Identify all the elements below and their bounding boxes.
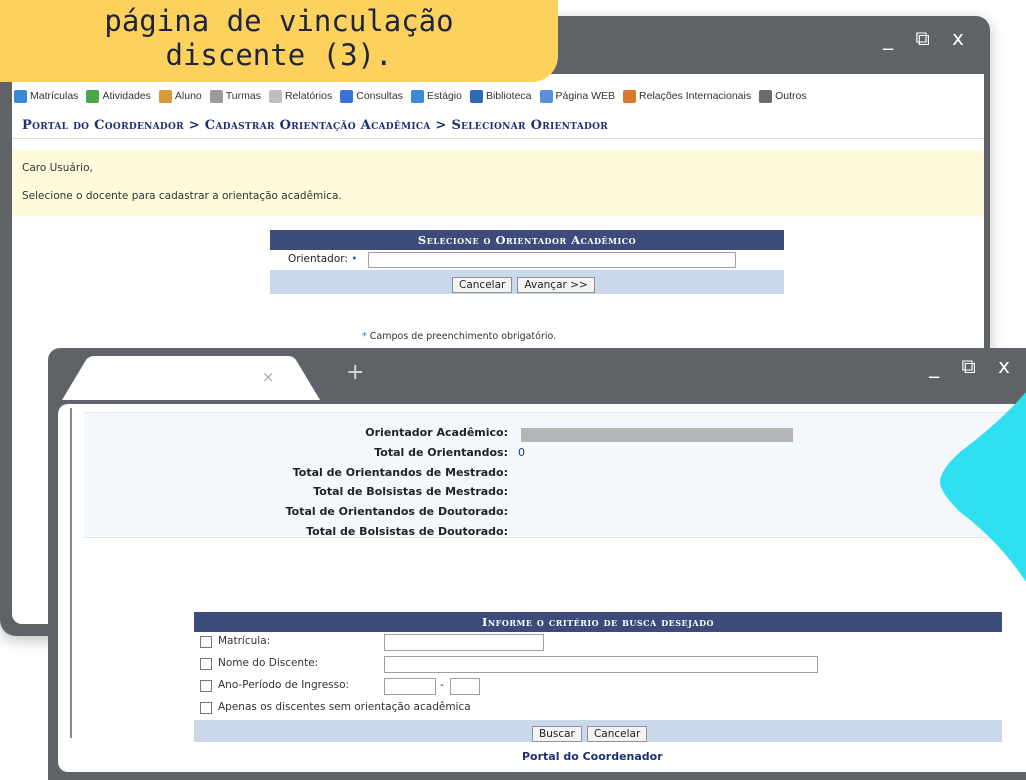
main-menu-bar: Matrículas Atividades Aluno Turmas Relatório…: [12, 84, 984, 108]
next-button[interactable]: Avançar >>: [517, 277, 595, 293]
menu-item-label: Biblioteca: [485, 90, 532, 102]
menu-item-outros[interactable]: Outros: [759, 89, 807, 103]
menu-item-consultas[interactable]: Consultas: [340, 89, 403, 103]
library-icon: [469, 89, 483, 103]
summary-label: Total de Orientandos de Mestrado:: [292, 466, 508, 479]
back-window-controls[interactable]: _ ⧉ x: [883, 26, 972, 50]
page-body: Orientador Acadêmico: Total de Orientando…: [70, 408, 1026, 763]
student-icon: [158, 89, 172, 103]
menu-item-turmas[interactable]: Turmas: [209, 89, 261, 103]
notice-box: Caro Usuário, Selecione o docente para c…: [12, 150, 984, 216]
summary-row: Total de Orientandos de Mestrado:: [84, 466, 1014, 484]
select-advisor-form-title: Selecione o Orientador Acadêmico: [270, 230, 784, 250]
front-window-controls[interactable]: _ ⧉ x: [929, 354, 1018, 378]
notice-greeting: Caro Usuário,: [22, 162, 93, 174]
international-icon: [623, 89, 637, 103]
title-banner: página de vinculação discente (3).: [0, 0, 558, 82]
advisor-summary: Orientador Acadêmico: Total de Orientando…: [84, 412, 1014, 538]
periodo-input[interactable]: [450, 678, 480, 695]
menu-item-label: Relações Internacionais: [639, 90, 752, 102]
ano-periodo-row: Ano-Período de Ingresso: -: [194, 676, 1002, 698]
phone-icon: [759, 89, 773, 103]
front-window-content: Orientador Acadêmico: Total de Orientando…: [58, 404, 1026, 772]
menu-item-atividades[interactable]: Atividades: [86, 89, 151, 103]
menu-item-label: Aluno: [174, 90, 202, 102]
menu-item-label: Página WEB: [555, 90, 616, 102]
classes-icon: [209, 89, 223, 103]
menu-item-label: Consultas: [356, 90, 403, 102]
search-form-footer: Buscar Cancelar: [194, 720, 1002, 742]
internship-icon: [410, 89, 424, 103]
advisor-row: Orientador: •: [270, 250, 784, 270]
required-note-mark: *: [362, 331, 367, 342]
menu-item-rela-es-internacionais[interactable]: Relações Internacionais: [623, 89, 752, 103]
nome-row: Nome do Discente:: [194, 654, 1002, 676]
browser-tab[interactable]: ×: [62, 356, 328, 400]
portal-coordinator-link[interactable]: Portal do Coordenador: [522, 750, 663, 763]
summary-label: Orientador Acadêmico:: [365, 426, 508, 439]
menu-item-label: Estágio: [426, 90, 462, 102]
matricula-row: Matrícula:: [194, 632, 1002, 654]
search-form-title: Informe o critério de busca desejado: [194, 612, 1002, 632]
summary-label: Total de Bolsistas de Mestrado:: [313, 485, 508, 498]
banner-line-1: página de vinculação: [104, 4, 454, 38]
menu-item-label: Relatórios: [284, 90, 333, 102]
required-mark: •: [351, 253, 358, 265]
summary-row: Total de Bolsistas de Mestrado:: [84, 485, 1014, 503]
decorative-cyan-shape: [940, 392, 1026, 582]
summary-label: Total de Bolsistas de Doutorado:: [306, 525, 508, 538]
search-criteria-form: Informe o critério de busca desejado Mat…: [194, 612, 1002, 742]
search-icon: [340, 89, 354, 103]
tab-shape: [62, 356, 320, 400]
ano-separator: -: [440, 679, 444, 691]
menu-item-biblioteca[interactable]: Biblioteca: [469, 89, 532, 103]
sem-orientacao-row: Apenas os discentes sem orientação acadê…: [194, 698, 1002, 720]
nome-input[interactable]: [384, 656, 818, 673]
menu-item-relat-rios[interactable]: Relatórios: [268, 89, 333, 103]
summary-label: Total de Orientandos:: [374, 446, 508, 459]
front-browser-window: × + _ ⧉ x Orientador Acadêmico: Total de …: [48, 348, 1026, 780]
advisor-input[interactable]: [368, 252, 736, 268]
banner-line-2: discente (3).: [165, 38, 393, 72]
web-page-icon: [539, 89, 553, 103]
advisor-label: Orientador: •: [288, 253, 358, 265]
summary-row: Orientador Acadêmico:: [84, 426, 1014, 444]
summary-row: Total de Orientandos: 0: [84, 446, 1014, 464]
matricula-label: Matrícula:: [218, 635, 271, 647]
menu-item-label: Outros: [775, 90, 807, 102]
select-advisor-form: Selecione o Orientador Acadêmico Orienta…: [270, 230, 784, 294]
nome-checkbox[interactable]: [200, 658, 212, 670]
menu-item-label: Turmas: [225, 90, 261, 102]
notice-message: Selecione o docente para cadastrar a ori…: [22, 190, 342, 202]
select-advisor-form-footer: Cancelar Avançar >>: [270, 270, 784, 294]
nome-label: Nome do Discente:: [218, 657, 319, 669]
summary-value: 0: [518, 446, 525, 459]
menu-item-aluno[interactable]: Aluno: [158, 89, 202, 103]
enrollment-icon: [14, 89, 27, 103]
reports-icon: [268, 89, 282, 103]
sem-orientacao-checkbox[interactable]: [200, 702, 212, 714]
matricula-checkbox[interactable]: [200, 636, 212, 648]
breadcrumb: Portal do Coordenador > Cadastrar Orient…: [12, 114, 984, 139]
tab-close-icon[interactable]: ×: [262, 368, 275, 386]
menu-item-matr-culas[interactable]: Matrículas: [14, 89, 79, 103]
ano-periodo-label: Ano-Período de Ingresso:: [218, 679, 350, 691]
menu-item-label: Matrículas: [30, 90, 79, 102]
summary-row: Total de Orientandos de Doutorado:: [84, 505, 1014, 523]
menu-item-est-gio[interactable]: Estágio: [410, 89, 462, 103]
summary-label: Total de Orientandos de Doutorado:: [285, 505, 508, 518]
sem-orientacao-label: Apenas os discentes sem orientação acadê…: [218, 701, 471, 713]
search-button[interactable]: Buscar: [532, 726, 582, 742]
menu-item-p-gina-web[interactable]: Página WEB: [539, 89, 616, 103]
cancel-button[interactable]: Cancelar: [452, 277, 513, 293]
menu-item-label: Atividades: [102, 90, 151, 102]
ano-periodo-checkbox[interactable]: [200, 680, 212, 692]
ano-input[interactable]: [384, 678, 436, 695]
cancel-search-button[interactable]: Cancelar: [586, 726, 648, 742]
matricula-input[interactable]: [384, 634, 544, 651]
new-tab-icon[interactable]: +: [346, 360, 364, 385]
activities-icon: [86, 89, 100, 103]
summary-row: Total de Bolsistas de Doutorado:: [84, 525, 1014, 543]
required-fields-note: * Campos de preenchimento obrigatório.: [362, 331, 557, 342]
